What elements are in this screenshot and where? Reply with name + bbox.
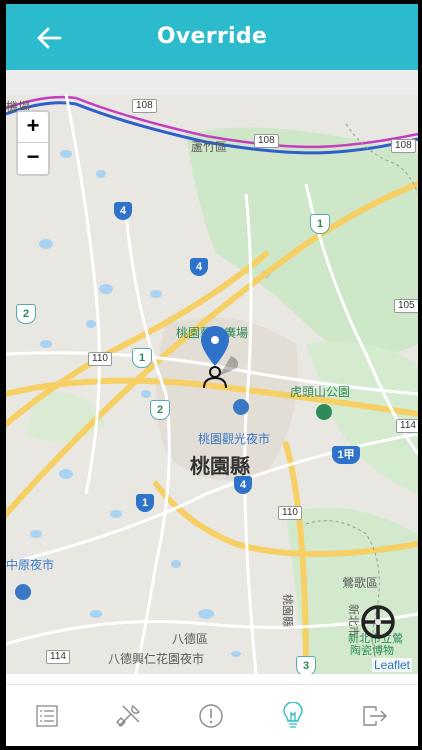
route-badge: 2 [16,304,36,324]
tab-override[interactable] [252,685,334,746]
map-label-county: 桃園縣 [190,454,250,478]
route-shield: 110 [278,506,302,520]
list-icon [36,705,58,727]
route-badge: 4 [234,476,252,494]
tab-logout[interactable] [334,685,416,746]
page-title: Override [156,24,268,49]
route-shield: 114 [46,650,70,664]
route-badge: 4 [190,258,208,276]
route-badge: 1 [132,348,152,368]
bottom-tab-bar [6,684,418,746]
header-spacer [6,70,418,94]
logout-icon [363,706,387,726]
map-label-bade-market: 八德興仁花園夜市 [108,652,205,666]
map-label-bade: 八德區 [172,632,209,646]
map-label-zhongyuan: 中原夜市 [6,558,55,572]
route-shield: 110 [88,352,112,366]
map-label-hutoushan: 虎頭山公園 [290,385,351,399]
map-label-luzhu: 蘆竹區 [191,140,228,154]
locate-me-button[interactable] [360,604,396,645]
tab-tools[interactable] [88,685,170,746]
alert-icon [199,704,223,728]
map-label-taoyuan-vertical: 桃園縣 [281,594,294,627]
tab-list[interactable] [6,685,88,746]
app-screen: Override 蘆竹區 機場 虎頭山公園 桃園觀光夜市 桃園縣 中原夜市 鶯歌… [6,4,418,746]
map-attribution-link[interactable]: Leaflet [371,658,412,672]
tools-icon [116,705,140,727]
route-shield: 108 [132,99,157,113]
location-marker[interactable] [201,326,247,401]
route-shield: 108 [391,139,416,153]
route-badge: 1甲 [332,446,360,464]
route-badge: 3 [296,656,316,674]
zoom-in-button[interactable]: + [18,112,48,142]
map-label-night-market: 桃園觀光夜市 [198,432,271,446]
map-label-yingge: 鶯歌區 [342,576,379,590]
lightbulb-icon [283,702,303,728]
crosshair-icon [361,605,395,639]
route-shield: 114 [396,419,418,433]
route-badge: 2 [150,400,170,420]
route-shield: 108 [254,134,279,148]
route-badge: 4 [114,202,132,220]
map-pin-icon [201,326,239,389]
header-bar: Override [6,4,418,70]
map-view[interactable]: 蘆竹區 機場 桃園藝文廣場 虎頭山公園 桃園觀光夜市 桃園縣 中原夜市 鶯歌區 … [6,94,418,674]
route-shield: 105 [394,299,418,313]
tab-alert[interactable] [170,685,252,746]
route-badge: 1 [310,214,330,234]
route-badge: 1 [136,494,154,512]
zoom-out-button[interactable]: − [18,143,48,173]
zoom-control: + − [16,110,50,176]
